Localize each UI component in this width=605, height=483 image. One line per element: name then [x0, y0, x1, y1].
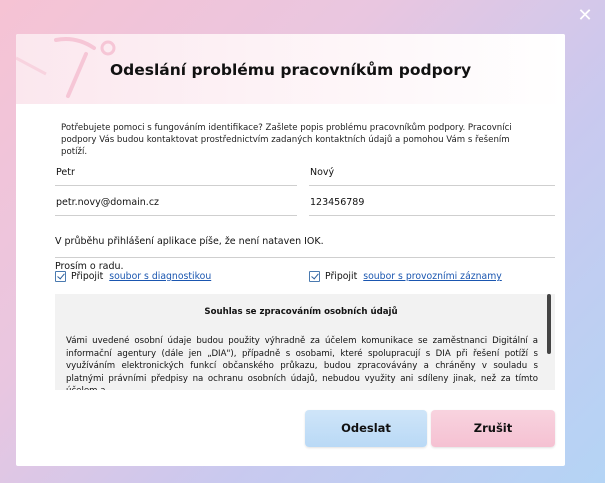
close-button[interactable]: ✕	[575, 6, 595, 26]
consent-text: Vámi uvedené osobní údaje budou použity …	[66, 336, 538, 390]
first-name-value: Petr	[56, 167, 75, 178]
diagnostics-file-link[interactable]: soubor s diagnostikou	[109, 271, 211, 282]
first-name-field[interactable]: Petr	[55, 164, 297, 186]
attach-logs-label: Připojit	[325, 271, 358, 282]
attach-diagnostics-checkbox[interactable]: Připojit soubor s diagnostikou	[55, 271, 211, 282]
phone-field[interactable]: 123456789	[309, 194, 555, 216]
dialog-header: Odeslání problému pracovníkům podpory	[16, 34, 565, 104]
close-icon: ✕	[577, 5, 593, 26]
consent-panel: Souhlas se zpracováním osobních údajů Vá…	[55, 294, 555, 390]
cancel-button[interactable]: Zrušit	[431, 410, 555, 447]
logs-file-link[interactable]: soubor s provozními záznamy	[363, 271, 502, 282]
attach-diagnostics-label: Připojit	[71, 271, 104, 282]
consent-title: Souhlas se zpracováním osobních údajů	[204, 307, 398, 317]
checkbox-checked-icon[interactable]	[309, 271, 320, 282]
description-line: V průběhu přihlášení aplikace píše, že n…	[55, 235, 324, 247]
email-value: petr.novy@domain.cz	[56, 197, 160, 208]
phone-value: 123456789	[310, 197, 365, 208]
email-field[interactable]: petr.novy@domain.cz	[55, 194, 297, 216]
support-dialog: Odeslání problému pracovníkům podpory Po…	[16, 34, 565, 466]
last-name-field[interactable]: Nový	[309, 164, 555, 186]
last-name-value: Nový	[310, 167, 335, 178]
dialog-title: Odeslání problému pracovníkům podpory	[109, 61, 472, 79]
attach-logs-checkbox[interactable]: Připojit soubor s provozními záznamy	[309, 271, 502, 282]
send-button[interactable]: Odeslat	[305, 410, 427, 447]
checkbox-checked-icon[interactable]	[55, 271, 66, 282]
consent-scrollbar[interactable]	[547, 294, 551, 354]
intro-text: Potřebujete pomoci s fungováním identifi…	[61, 123, 512, 157]
problem-description-field[interactable]: V průběhu přihlášení aplikace píše, že n…	[55, 223, 555, 272]
